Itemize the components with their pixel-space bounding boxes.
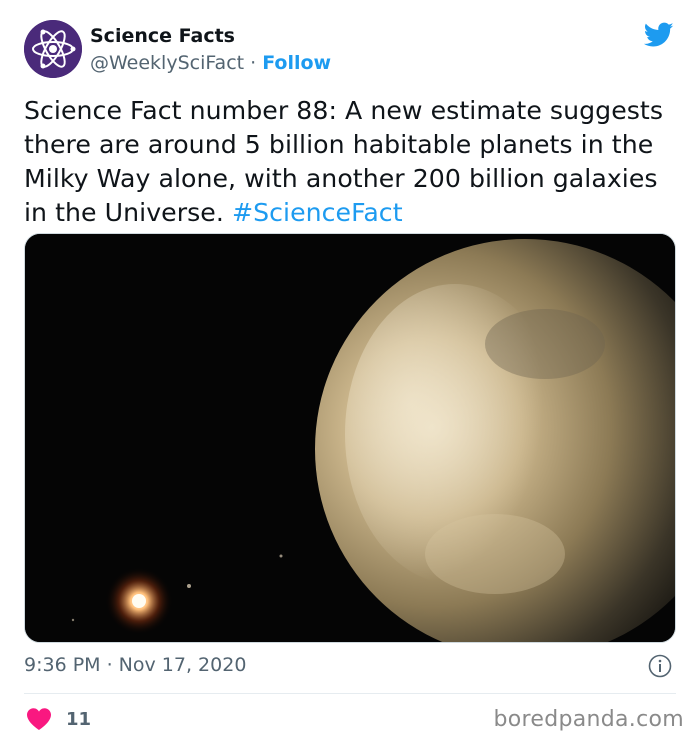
tweet-header: Science Facts @WeeklySciFact · Follow xyxy=(24,18,676,82)
tweet-timestamp[interactable]: 9:36 PM · Nov 17, 2020 xyxy=(24,654,246,676)
account-handle[interactable]: @WeeklySciFact xyxy=(90,52,244,74)
twitter-bird-icon[interactable] xyxy=(644,22,674,48)
planet-image xyxy=(25,234,675,642)
atom-avatar-icon[interactable] xyxy=(24,20,82,78)
info-icon[interactable] xyxy=(648,654,672,678)
like-count: 11 xyxy=(66,709,92,730)
tweet-media-image[interactable] xyxy=(24,233,676,643)
divider xyxy=(24,693,676,694)
separator: · xyxy=(244,52,263,74)
account-name[interactable]: Science Facts xyxy=(90,25,235,47)
heart-icon[interactable] xyxy=(26,707,52,731)
handle-row: @WeeklySciFact · Follow xyxy=(90,52,331,74)
tweet-text: Science Fact number 88: A new estimate s… xyxy=(24,94,679,230)
hashtag-link[interactable]: #ScienceFact xyxy=(232,198,403,227)
watermark: boredpanda.com xyxy=(493,707,684,732)
follow-button[interactable]: Follow xyxy=(262,52,331,74)
